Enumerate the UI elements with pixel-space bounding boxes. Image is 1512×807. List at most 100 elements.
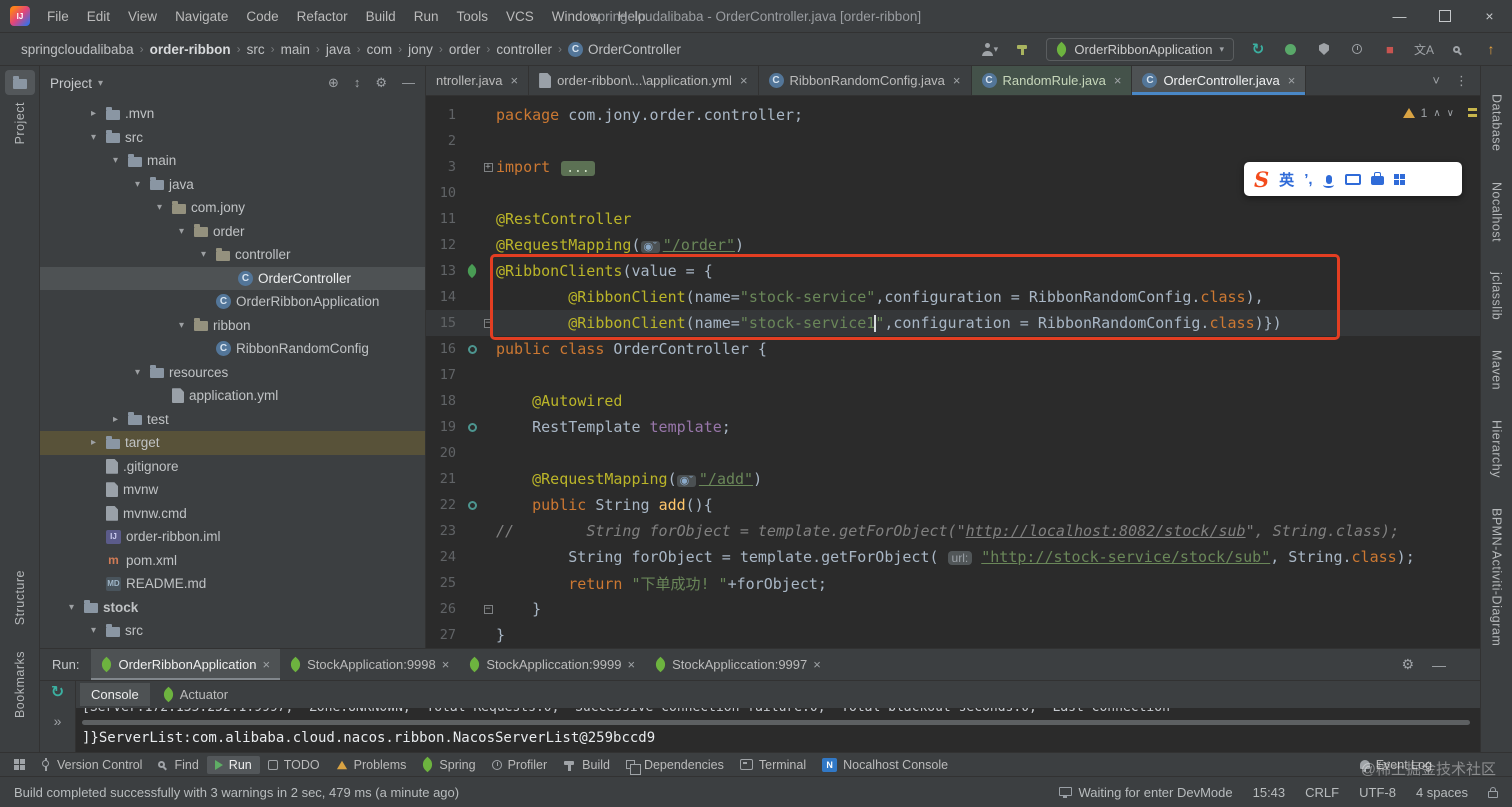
tree-item-main[interactable]: ▾ main: [40, 149, 425, 173]
run-tab-stockappliccation-9999[interactable]: StockAppliccation:9999 ×: [459, 649, 645, 680]
tree-item-controller[interactable]: ▾ controller: [40, 243, 425, 267]
tree-item-stock[interactable]: ▾ stock: [40, 596, 425, 620]
console-scrollbar[interactable]: [82, 720, 1470, 725]
menu-tools[interactable]: Tools: [447, 7, 497, 26]
collapse-all-icon[interactable]: ↕: [354, 75, 361, 91]
code-line[interactable]: 14 @RibbonClient(name="stock-service",co…: [426, 284, 1480, 310]
toolwindow-nocalhost-label[interactable]: Nocalhost: [1490, 182, 1504, 242]
close-tab-icon[interactable]: ×: [953, 73, 961, 88]
toolwindow-hierarchy-label[interactable]: Hierarchy: [1490, 420, 1504, 478]
code-line[interactable]: 18 @Autowired: [426, 388, 1480, 414]
breadcrumb-item-ordercontroller[interactable]: C OrderController: [565, 41, 684, 58]
menu-run[interactable]: Run: [405, 7, 448, 26]
tree-item-mvnw[interactable]: mvnw: [40, 478, 425, 502]
tree-chevron-icon[interactable]: ▾: [108, 155, 123, 166]
stop-button[interactable]: ■: [1381, 40, 1399, 58]
code-line[interactable]: 17: [426, 362, 1480, 388]
spring-bean-gutter-icon[interactable]: [464, 344, 480, 354]
toolwindow-button-dependencies[interactable]: Dependencies: [618, 756, 732, 775]
locate-file-icon[interactable]: ⊕: [328, 75, 339, 91]
close-tab-icon[interactable]: ×: [263, 657, 271, 672]
encoding-indicator[interactable]: UTF-8: [1359, 785, 1396, 800]
toolwindow-database-label[interactable]: Database: [1490, 94, 1504, 152]
tree-chevron-icon[interactable]: ▾: [174, 226, 189, 237]
breadcrumb-item-springcloudalibaba[interactable]: springcloudalibaba: [18, 41, 137, 58]
hide-panel-icon[interactable]: —: [402, 75, 415, 91]
tree-item-orderribbonapplication[interactable]: C OrderRibbonApplication: [40, 290, 425, 314]
fold-marker-icon[interactable]: +: [480, 162, 496, 172]
tree-item-order-ribbon-iml[interactable]: IJ order-ribbon.iml: [40, 525, 425, 549]
breadcrumb-item-order-ribbon[interactable]: order-ribbon: [147, 41, 234, 58]
settings-gear-icon[interactable]: ⚙: [375, 75, 387, 91]
breadcrumb-item-com[interactable]: com: [364, 41, 396, 58]
translate-icon[interactable]: 文A: [1414, 40, 1434, 58]
devmode-status[interactable]: Waiting for enter DevMode: [1059, 785, 1233, 800]
tree-chevron-icon[interactable]: ▾: [196, 249, 211, 260]
close-button[interactable]: ×: [1467, 0, 1512, 32]
microphone-icon[interactable]: [1322, 174, 1334, 188]
code-line[interactable]: 23 // String forObject = template.getForO…: [426, 518, 1480, 544]
tree-chevron-icon[interactable]: ▾: [174, 320, 189, 331]
code-line[interactable]: 25 return "下单成功! "+forObject;: [426, 570, 1480, 596]
editor-tab-ribbonrandomconfig-java[interactable]: C RibbonRandomConfig.java ×: [759, 66, 972, 95]
code-line[interactable]: 11 @RestController: [426, 206, 1480, 232]
tree-chevron-icon[interactable]: ▾: [130, 367, 145, 378]
editor-tab-order-ribbon-application-yml[interactable]: order-ribbon\...\application.yml ×: [529, 66, 759, 95]
status-message[interactable]: Build completed successfully with 3 warn…: [14, 785, 1039, 800]
menu-build[interactable]: Build: [357, 7, 405, 26]
tree-chevron-icon[interactable]: ▾: [152, 202, 167, 213]
close-tab-icon[interactable]: ×: [628, 657, 636, 672]
toolwindow-bpmn-activiti-diagram-label[interactable]: BPMN-Activiti-Diagram: [1490, 508, 1504, 646]
toolwindow-button-terminal[interactable]: Terminal: [732, 756, 814, 774]
search-everywhere-icon[interactable]: [1449, 40, 1467, 58]
menu-file[interactable]: File: [38, 7, 78, 26]
toolwindow-button-event-log[interactable]: Event Log: [1352, 756, 1440, 774]
rerun-icon[interactable]: ↻: [51, 685, 64, 701]
code-line[interactable]: 13 @RibbonClients(value = {: [426, 258, 1480, 284]
run-tab-stockappliccation-9997[interactable]: StockAppliccation:9997 ×: [645, 649, 831, 680]
toolwindow-project-label[interactable]: Project: [13, 102, 27, 144]
fold-marker-icon[interactable]: −: [480, 604, 496, 614]
code-editor[interactable]: 1 package com.jony.order.controller; 2 3 + im…: [426, 96, 1480, 648]
tree-chevron-icon[interactable]: ▸: [108, 414, 123, 425]
spring-bean-gutter-icon[interactable]: [464, 422, 480, 432]
code-line[interactable]: 24 String forObject = template.getForObj…: [426, 544, 1480, 570]
breadcrumb-item-jony[interactable]: jony: [405, 41, 436, 58]
run-tab-orderribbonapplication[interactable]: OrderRibbonApplication ×: [91, 649, 281, 680]
tree-chevron-icon[interactable]: ▾: [86, 625, 101, 636]
tree-item-target[interactable]: ▸ target: [40, 431, 425, 455]
tree-item-pom-xml[interactable]: m pom.xml: [40, 549, 425, 573]
tree-chevron-icon[interactable]: ▾: [64, 602, 79, 613]
tree-item-src[interactable]: ▾ src: [40, 126, 425, 150]
code-line[interactable]: 20: [426, 440, 1480, 466]
menu-edit[interactable]: Edit: [78, 7, 119, 26]
console-tab-actuator[interactable]: Actuator: [152, 683, 239, 706]
user-account-icon[interactable]: ▾: [980, 40, 998, 58]
project-toolwindow-button[interactable]: [4, 70, 35, 95]
toolwindow-jclasslib-label[interactable]: jclasslib: [1490, 272, 1504, 320]
code-line[interactable]: 1 package com.jony.order.controller;: [426, 102, 1480, 128]
maximize-button[interactable]: [1422, 0, 1467, 32]
close-tab-icon[interactable]: ×: [740, 73, 748, 88]
toolwindow-structure-label[interactable]: Structure: [13, 570, 27, 625]
code-line[interactable]: 27}: [426, 622, 1480, 648]
debug-button[interactable]: [1282, 40, 1300, 58]
tree-item-gitignore[interactable]: .gitignore: [40, 455, 425, 479]
breadcrumb-item-src[interactable]: src: [244, 41, 268, 58]
more-actions-icon[interactable]: »: [54, 713, 62, 729]
update-icon[interactable]: ↑: [1482, 40, 1500, 58]
toolwindow-button-profiler[interactable]: Profiler: [484, 756, 556, 774]
close-tab-icon[interactable]: ×: [1114, 73, 1122, 88]
tree-item-ribbon[interactable]: ▾ ribbon: [40, 314, 425, 338]
tree-item-mvnw-cmd[interactable]: mvnw.cmd: [40, 502, 425, 526]
tree-item-application-yml[interactable]: application.yml: [40, 384, 425, 408]
line-separator-indicator[interactable]: CRLF: [1305, 785, 1339, 800]
project-panel-title[interactable]: Project: [50, 76, 92, 91]
spring-bean-gutter-icon[interactable]: [464, 500, 480, 510]
run-button[interactable]: ↻: [1249, 40, 1267, 58]
chevron-down-icon[interactable]: ▾: [98, 78, 103, 89]
tree-item-ribbonrandomconfig[interactable]: C RibbonRandomConfig: [40, 337, 425, 361]
ime-grid-icon[interactable]: [1393, 173, 1405, 185]
keyboard-icon[interactable]: [1344, 173, 1361, 185]
code-line[interactable]: 19 RestTemplate template;: [426, 414, 1480, 440]
